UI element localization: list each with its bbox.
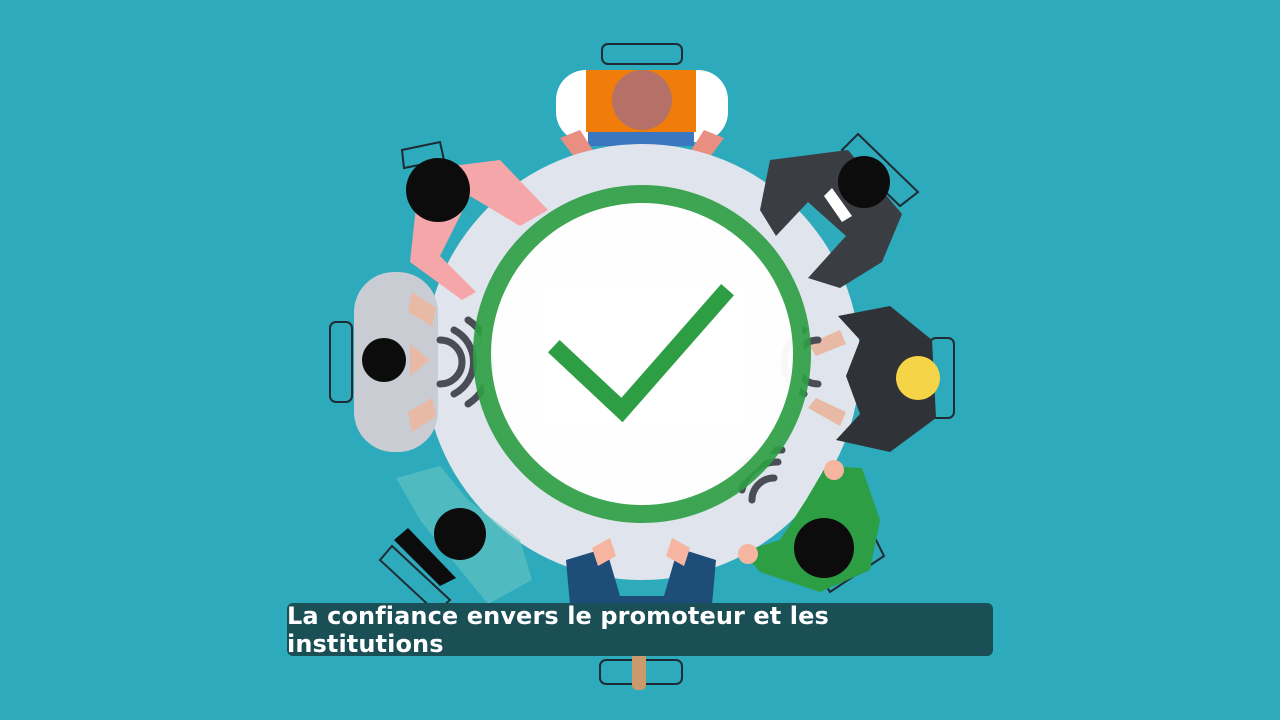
checkmark-circle-icon bbox=[473, 185, 811, 523]
caption-text: La confiance envers le promoteur et les … bbox=[287, 601, 829, 658]
person-left bbox=[354, 272, 438, 452]
caption-banner: La confiance envers le promoteur et les … bbox=[287, 601, 993, 658]
